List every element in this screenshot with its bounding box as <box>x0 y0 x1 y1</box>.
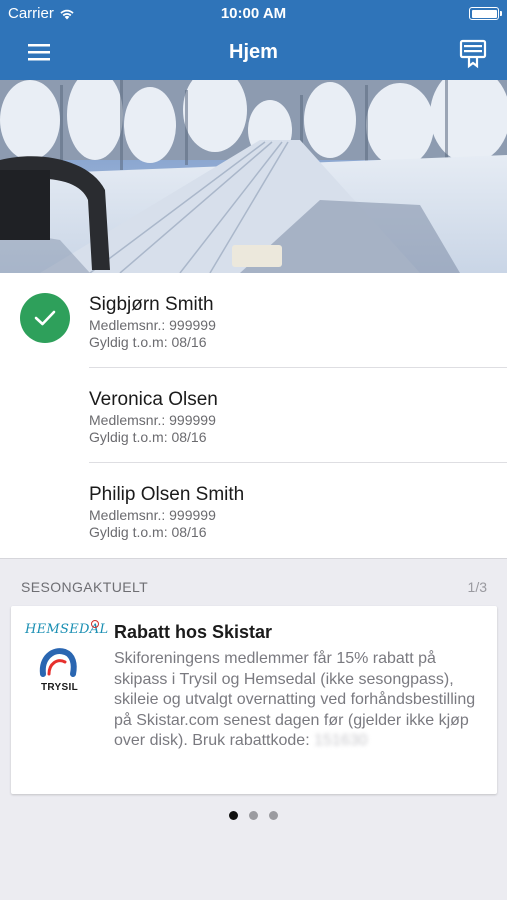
member-number: Medlemsnr.: 999999 <box>89 412 216 428</box>
page-dot-active[interactable] <box>229 811 238 820</box>
checkmark-icon <box>34 310 56 326</box>
logo-trysil-text: TRYSIL <box>41 682 78 693</box>
member-name: Sigbjørn Smith <box>89 294 214 315</box>
ski-trail-photo <box>0 80 507 273</box>
member-row[interactable]: Philip Olsen Smith Medlemsnr.: 999999 Gy… <box>0 463 507 558</box>
member-row[interactable]: Sigbjørn Smith Medlemsnr.: 999999 Gyldig… <box>0 273 507 368</box>
logo-dot <box>91 620 99 628</box>
page-dot[interactable] <box>249 811 258 820</box>
member-row[interactable]: Veronica Olsen Medlemsnr.: 999999 Gyldig… <box>0 368 507 463</box>
hemsedal-trysil-logo: HEMSEDAL TRYSIL <box>25 620 108 696</box>
discount-code: 151630 <box>314 732 368 749</box>
trysil-swoosh-icon <box>39 648 77 677</box>
member-number: Medlemsnr.: 999999 <box>89 507 216 523</box>
offer-text: Skiforeningens medlemmer får 15% rabatt … <box>114 650 476 749</box>
member-list: Sigbjørn Smith Medlemsnr.: 999999 Gyldig… <box>0 273 507 559</box>
offer-title: Rabatt hos Skistar <box>114 622 273 642</box>
member-valid-until: Gyldig t.o.m: 08/16 <box>89 524 207 540</box>
section-header: SESONGAKTUELT <box>21 579 149 595</box>
member-valid-until: Gyldig t.o.m: 08/16 <box>89 429 207 445</box>
page-indicator <box>0 811 507 820</box>
member-name: Philip Olsen Smith <box>89 484 245 505</box>
status-bar: Carrier 10:00 AM <box>0 0 507 28</box>
member-name: Veronica Olsen <box>89 389 218 410</box>
member-valid-until: Gyldig t.o.m: 08/16 <box>89 334 207 350</box>
section-page-count: 1/3 <box>467 579 487 595</box>
offer-description: Skiforeningens medlemmer får 15% rabatt … <box>114 649 484 752</box>
membership-card-button[interactable] <box>453 38 493 70</box>
page-title: Hjem <box>229 41 278 63</box>
status-time: 10:00 AM <box>220 5 287 22</box>
nav-bar: Hjem <box>0 28 507 80</box>
selected-check-badge <box>20 293 70 343</box>
page-dot[interactable] <box>269 811 278 820</box>
battery-icon <box>469 7 502 20</box>
member-number: Medlemsnr.: 999999 <box>89 317 216 333</box>
membership-card-icon <box>459 39 487 69</box>
offer-card[interactable]: HEMSEDAL TRYSIL Rabatt hos Skistar Skifo… <box>11 606 497 794</box>
hero-image <box>0 80 507 273</box>
